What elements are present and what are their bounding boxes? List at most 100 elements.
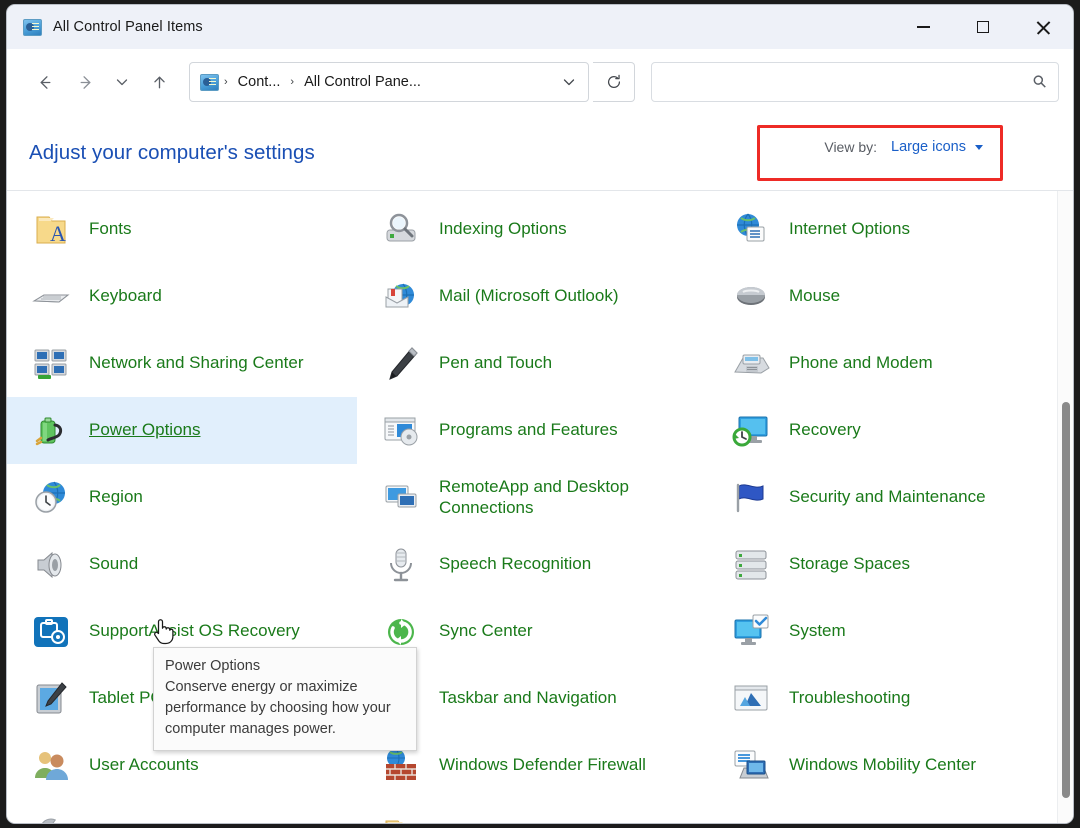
tooltip-title: Power Options [165,656,405,677]
control-panel-item-label[interactable]: Programs and Features [439,420,618,441]
control-panel-item-label[interactable]: Pen and Touch [439,353,552,374]
refresh-icon [605,73,623,91]
mail-icon [379,275,423,319]
sound-icon [29,543,73,587]
control-panel-item-label[interactable]: Windows Mobility Center [789,755,976,776]
title-bar-left: All Control Panel Items [7,19,203,36]
control-panel-item-label[interactable]: Fonts [89,219,132,240]
view-by-dropdown[interactable]: Large icons [891,139,983,155]
control-panel-item[interactable]: Mouse [707,263,1057,330]
control-panel-item[interactable]: Indexing Options [357,196,707,263]
control-panel-item-label[interactable]: Mail (Microsoft Outlook) [439,286,618,307]
view-by-value: Large icons [891,139,966,155]
view-by-control[interactable]: View by: Large icons [808,129,999,165]
tablet-pc-icon [29,677,73,721]
back-arrow-icon [36,73,55,92]
fonts-icon: A [29,208,73,252]
fonts-icon: A [29,208,73,252]
indexing-options-icon [379,208,423,252]
control-panel-item-label[interactable]: SupportAssist OS Recovery [89,621,300,642]
scrollbar-thumb[interactable] [1062,402,1070,798]
windows-tools-icon [29,811,73,824]
control-panel-item-label[interactable]: Sound [89,554,138,575]
control-panel-item-label[interactable]: Security and Maintenance [789,487,986,508]
control-panel-item[interactable]: Security and Maintenance [707,464,1057,531]
keyboard-icon [29,275,73,319]
control-panel-item-label[interactable]: Network and Sharing Center [89,353,304,374]
control-panel-item[interactable]: Internet Options [707,196,1057,263]
refresh-button[interactable] [593,62,635,102]
control-panel-item-label[interactable]: Sync Center [439,621,533,642]
back-button[interactable] [25,62,65,102]
control-panel-item-label[interactable]: Recovery [789,420,861,441]
control-panel-item-label[interactable]: Indexing Options [439,219,567,240]
control-panel-item[interactable]: Programs and Features [357,397,707,464]
control-panel-item[interactable]: Work Folders [357,799,707,823]
control-panel-item[interactable]: Network and Sharing Center [7,330,357,397]
control-panel-item[interactable]: Windows Mobility Center [707,732,1057,799]
user-accounts-icon [29,744,73,788]
control-panel-item[interactable]: Mail (Microsoft Outlook) [357,263,707,330]
control-panel-item[interactable]: Keyboard [7,263,357,330]
sound-icon [29,543,73,587]
control-panel-item-label[interactable]: Speech Recognition [439,554,591,575]
control-panel-item-label[interactable]: Power Options [89,420,201,441]
control-panel-item-label[interactable]: Mouse [789,286,840,307]
control-panel-item[interactable]: System [707,598,1057,665]
control-panel-item-label[interactable]: Taskbar and Navigation [439,688,617,709]
control-panel-window: All Control Panel Items [6,4,1074,824]
address-bar[interactable]: › Cont... › All Control Pane... [189,62,589,102]
control-panel-item-label[interactable]: Work Folders [439,822,540,823]
region-icon [29,476,73,520]
indexing-options-icon [379,208,423,252]
security-maintenance-icon [729,476,773,520]
close-button[interactable] [1013,5,1073,49]
control-panel-item-label[interactable]: Internet Options [789,219,910,240]
control-panel-item[interactable]: Pen and Touch [357,330,707,397]
control-panel-item[interactable]: Storage Spaces [707,531,1057,598]
power-options-icon [29,409,73,453]
breadcrumb-item-control-panel[interactable]: Cont... [233,71,286,93]
recovery-icon [729,409,773,453]
remoteapp-icon [379,476,423,520]
control-panel-item-label[interactable]: Region [89,487,143,508]
chevron-down-icon [975,145,983,150]
control-panel-item[interactable]: Speech Recognition [357,531,707,598]
vertical-scrollbar[interactable] [1057,191,1073,823]
work-folders-icon [379,811,423,824]
search-box[interactable]: ⚲ [651,62,1059,102]
storage-spaces-icon [729,543,773,587]
control-panel-item-label[interactable]: RemoteApp and Desktop Connections [439,477,699,518]
control-panel-item[interactable]: Recovery [707,397,1057,464]
control-panel-item[interactable]: Power Options [7,397,357,464]
control-panel-item[interactable]: Phone and Modem [707,330,1057,397]
window-controls [893,5,1073,49]
control-panel-item[interactable]: Region [7,464,357,531]
control-panel-item[interactable]: Troubleshooting [707,665,1057,732]
control-panel-icon [23,19,42,36]
control-panel-item-label[interactable]: Keyboard [89,286,162,307]
control-panel-item-label[interactable]: Troubleshooting [789,688,910,709]
recent-locations-button[interactable] [105,62,139,102]
up-button[interactable] [139,62,179,102]
work-folders-icon [379,811,423,824]
address-dropdown-button[interactable] [554,66,584,98]
control-panel-item-label[interactable]: Windows Tools [89,822,202,823]
control-panel-item-label[interactable]: User Accounts [89,755,199,776]
supportassist-icon [29,610,73,654]
system-icon [729,610,773,654]
control-panel-item[interactable]: Sound [7,531,357,598]
minimize-button[interactable] [893,5,953,49]
control-panel-item[interactable]: Windows Tools [7,799,357,823]
control-panel-item-label[interactable]: Phone and Modem [789,353,933,374]
search-input[interactable] [664,74,1034,90]
programs-features-icon [379,409,423,453]
control-panel-item-label[interactable]: Storage Spaces [789,554,910,575]
forward-button[interactable] [65,62,105,102]
control-panel-item[interactable]: RemoteApp and Desktop Connections [357,464,707,531]
control-panel-item[interactable]: A Fonts [7,196,357,263]
control-panel-item-label[interactable]: Windows Defender Firewall [439,755,646,776]
maximize-button[interactable] [953,5,1013,49]
breadcrumb-item-all-items[interactable]: All Control Pane... [299,71,426,93]
control-panel-item-label[interactable]: System [789,621,846,642]
